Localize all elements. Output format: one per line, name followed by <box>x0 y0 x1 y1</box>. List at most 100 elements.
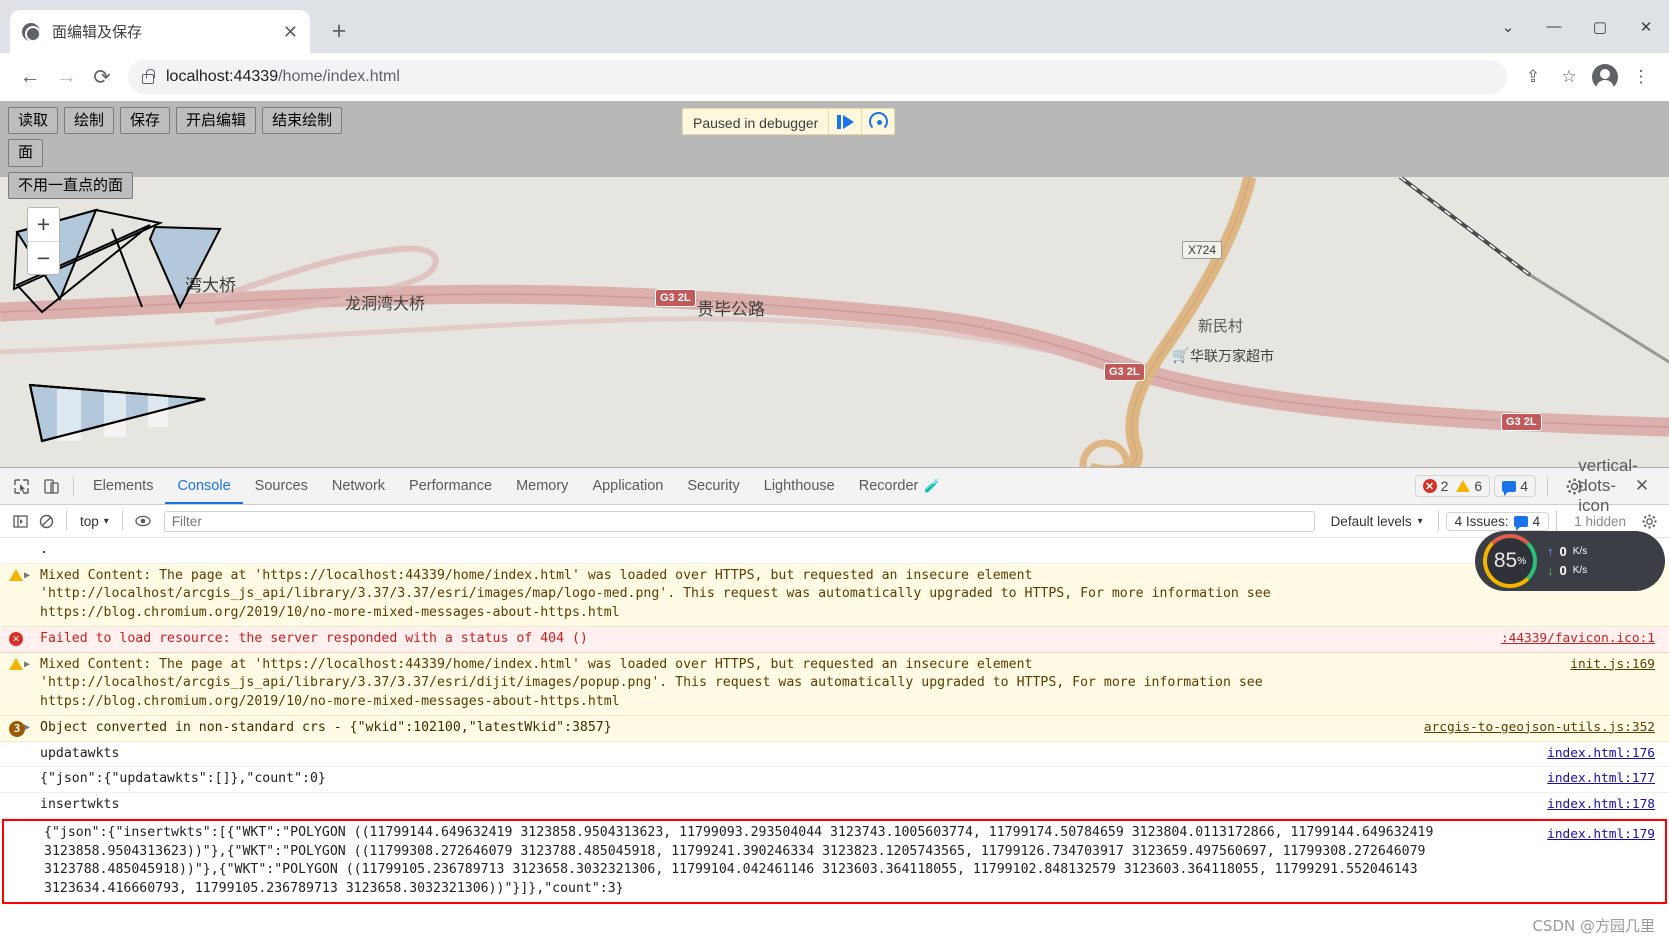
tab-memory[interactable]: Memory <box>504 468 580 504</box>
issues-label: 4 Issues: <box>1454 513 1509 529</box>
filter-input[interactable]: Filter <box>163 510 1315 532</box>
console-row[interactable]: updatawkts index.html:176 <box>0 741 1669 768</box>
map-label: 华联万家超市 <box>1190 349 1274 365</box>
draw-button[interactable]: 绘制 <box>64 107 115 135</box>
console-row-highlighted[interactable]: {"json":{"insertwkts":[{"WKT":"POLYGON (… <box>2 818 1667 904</box>
message-icon <box>1502 480 1517 496</box>
console-row[interactable]: 3 ▶ Object converted in non-standard crs… <box>0 715 1669 742</box>
page-viewport: + − 湾大桥 龙洞湾大桥 贵毕公路 新民村 华联万家超市 🛒 G3 2L G3… <box>0 101 1669 467</box>
map-zoom-control[interactable]: + − <box>27 207 60 275</box>
console-row[interactable]: . <box>0 538 1669 564</box>
close-window-button[interactable]: ✕ <box>1623 0 1669 53</box>
lock-icon <box>142 68 155 84</box>
console-message-text: Mixed Content: The page at 'https://loca… <box>40 567 1271 621</box>
error-warning-counter[interactable]: ✕ 2 6 <box>1414 475 1491 497</box>
console-source-link[interactable]: :44339/favicon.ico:1 <box>1501 630 1655 648</box>
console-filter-bar: top ▾ Filter Default levels ▾ 4 Issues: … <box>0 505 1669 538</box>
resume-script-icon[interactable] <box>828 109 861 134</box>
gear-icon[interactable] <box>1636 508 1662 534</box>
console-message-list[interactable]: . ▶ Mixed Content: The page at 'https://… <box>0 538 1669 943</box>
console-source-link[interactable]: arcgis-to-geojson-utils.js:352 <box>1424 719 1655 737</box>
tab-lighthouse[interactable]: Lighthouse <box>752 468 847 504</box>
console-row[interactable]: {"json":{"updatawkts":[]},"count":0} ind… <box>0 767 1669 794</box>
error-icon: ✕ <box>9 631 23 646</box>
issues-count: 4 <box>1532 513 1541 529</box>
continuous-polygon-button[interactable]: 不用一直点的面 <box>8 171 134 199</box>
live-expression-icon[interactable] <box>130 508 156 534</box>
log-levels-label: Default levels <box>1330 513 1412 529</box>
tab-console[interactable]: Console <box>165 468 242 504</box>
console-source-link[interactable]: init.js:169 <box>1570 656 1655 674</box>
forward-icon[interactable]: → <box>48 59 84 95</box>
bookmark-star-icon[interactable]: ☆ <box>1553 61 1585 93</box>
close-icon[interactable]: ✕ <box>283 23 298 41</box>
tab-application[interactable]: Application <box>580 468 675 504</box>
step-over-icon[interactable] <box>861 109 894 134</box>
maximize-button[interactable]: ▢ <box>1577 0 1623 53</box>
console-row[interactable]: insertwkts index.html:178 <box>0 793 1669 819</box>
browser-tab[interactable]: 面编辑及保存 ✕ <box>10 10 310 53</box>
new-tab-button[interactable]: + <box>322 14 356 48</box>
expand-arrow-icon[interactable]: ▶ <box>24 658 30 672</box>
end-draw-button[interactable]: 结束绘制 <box>262 107 343 135</box>
tab-sources[interactable]: Sources <box>243 468 320 504</box>
execution-context-selector[interactable]: top ▾ <box>74 514 115 529</box>
console-source-link[interactable]: index.html:176 <box>1547 745 1655 763</box>
read-button[interactable]: 读取 <box>8 107 59 135</box>
tab-title: 面编辑及保存 <box>52 24 143 41</box>
inspect-element-icon[interactable] <box>6 471 36 501</box>
console-source-link[interactable]: index.html:177 <box>1547 770 1655 788</box>
repeat-count-badge: 3 <box>9 720 25 737</box>
tab-elements[interactable]: Elements <box>81 468 165 504</box>
browser-window: 面编辑及保存 ✕ + ⌄ — ▢ ✕ ← → ⟳ localhost:44339… <box>0 0 1669 942</box>
download-unit: K/s <box>1572 565 1588 576</box>
toolbar-icons: ⇪ ☆ ⋮ <box>1517 61 1657 93</box>
highway-shield: G3 2L <box>1501 413 1542 431</box>
share-icon[interactable]: ⇪ <box>1517 61 1549 93</box>
expand-arrow-icon[interactable]: ▶ <box>24 569 30 583</box>
expand-arrow-icon[interactable]: ▶ <box>24 721 30 735</box>
shopping-cart-icon: 🛒 <box>1172 347 1190 363</box>
map-label: 龙洞湾大桥 <box>345 294 426 313</box>
zoom-in-button[interactable]: + <box>28 208 59 241</box>
chevron-down-icon[interactable]: ⌄ <box>1485 0 1531 53</box>
start-edit-button[interactable]: 开启编辑 <box>176 107 257 135</box>
tab-network[interactable]: Network <box>320 468 397 504</box>
minimize-button[interactable]: — <box>1531 0 1577 53</box>
vertical-dots-icon[interactable]: vertical-dots-icon <box>1578 456 1638 515</box>
issues-button[interactable]: 4 Issues: 4 <box>1445 511 1550 531</box>
avatar[interactable] <box>1589 61 1621 93</box>
context-label: top <box>80 513 99 529</box>
clear-console-icon[interactable] <box>33 508 59 534</box>
reload-icon[interactable]: ⟳ <box>84 59 120 95</box>
message-counter[interactable]: 4 <box>1494 475 1536 497</box>
performance-monitor-widget[interactable]: 85% ↑ 0 K/s ↓ 0 K/s <box>1475 531 1665 591</box>
console-row[interactable]: ✕ Failed to load resource: the server re… <box>0 626 1669 653</box>
experiment-flask-icon: 🧪 <box>924 478 941 493</box>
console-sidebar-icon[interactable] <box>7 508 33 534</box>
zoom-out-button[interactable]: − <box>28 241 59 274</box>
url-path: /home/index.html <box>278 68 400 85</box>
tab-recorder[interactable]: Recorder 🧪 <box>847 468 953 504</box>
console-source-link[interactable]: index.html:179 <box>1547 826 1655 844</box>
close-devtools-icon[interactable]: ✕ <box>1627 471 1657 501</box>
cpu-percent: 85 <box>1493 549 1518 572</box>
console-row[interactable]: ▶ Mixed Content: The page at 'https://lo… <box>0 563 1669 627</box>
watermark: CSDN @方园几里 <box>1532 917 1655 935</box>
log-levels-selector[interactable]: Default levels ▾ <box>1323 514 1431 529</box>
back-icon[interactable]: ← <box>12 59 48 95</box>
tab-performance[interactable]: Performance <box>397 468 504 504</box>
console-source-link[interactable]: index.html:178 <box>1547 796 1655 814</box>
map-canvas[interactable]: + − 湾大桥 龙洞湾大桥 贵毕公路 新民村 华联万家超市 🛒 G3 2L G3… <box>0 177 1669 467</box>
console-row[interactable]: ▶ Mixed Content: The page at 'https://lo… <box>0 652 1669 716</box>
save-button[interactable]: 保存 <box>120 107 171 135</box>
tab-security[interactable]: Security <box>675 468 751 504</box>
polygon-button[interactable]: 面 <box>8 139 44 167</box>
warning-icon <box>9 568 23 588</box>
vertical-dots-icon[interactable]: ⋮ <box>1625 61 1657 93</box>
tab-strip: 面编辑及保存 ✕ + ⌄ — ▢ ✕ <box>0 0 1669 53</box>
address-bar[interactable]: localhost:44339/home/index.html <box>128 60 1507 94</box>
devtools-status-icons: ✕ 2 6 4 vertical-dots-icon ✕ <box>1414 456 1663 515</box>
device-toolbar-icon[interactable] <box>36 471 66 501</box>
console-message-text: insertwkts <box>40 797 120 813</box>
